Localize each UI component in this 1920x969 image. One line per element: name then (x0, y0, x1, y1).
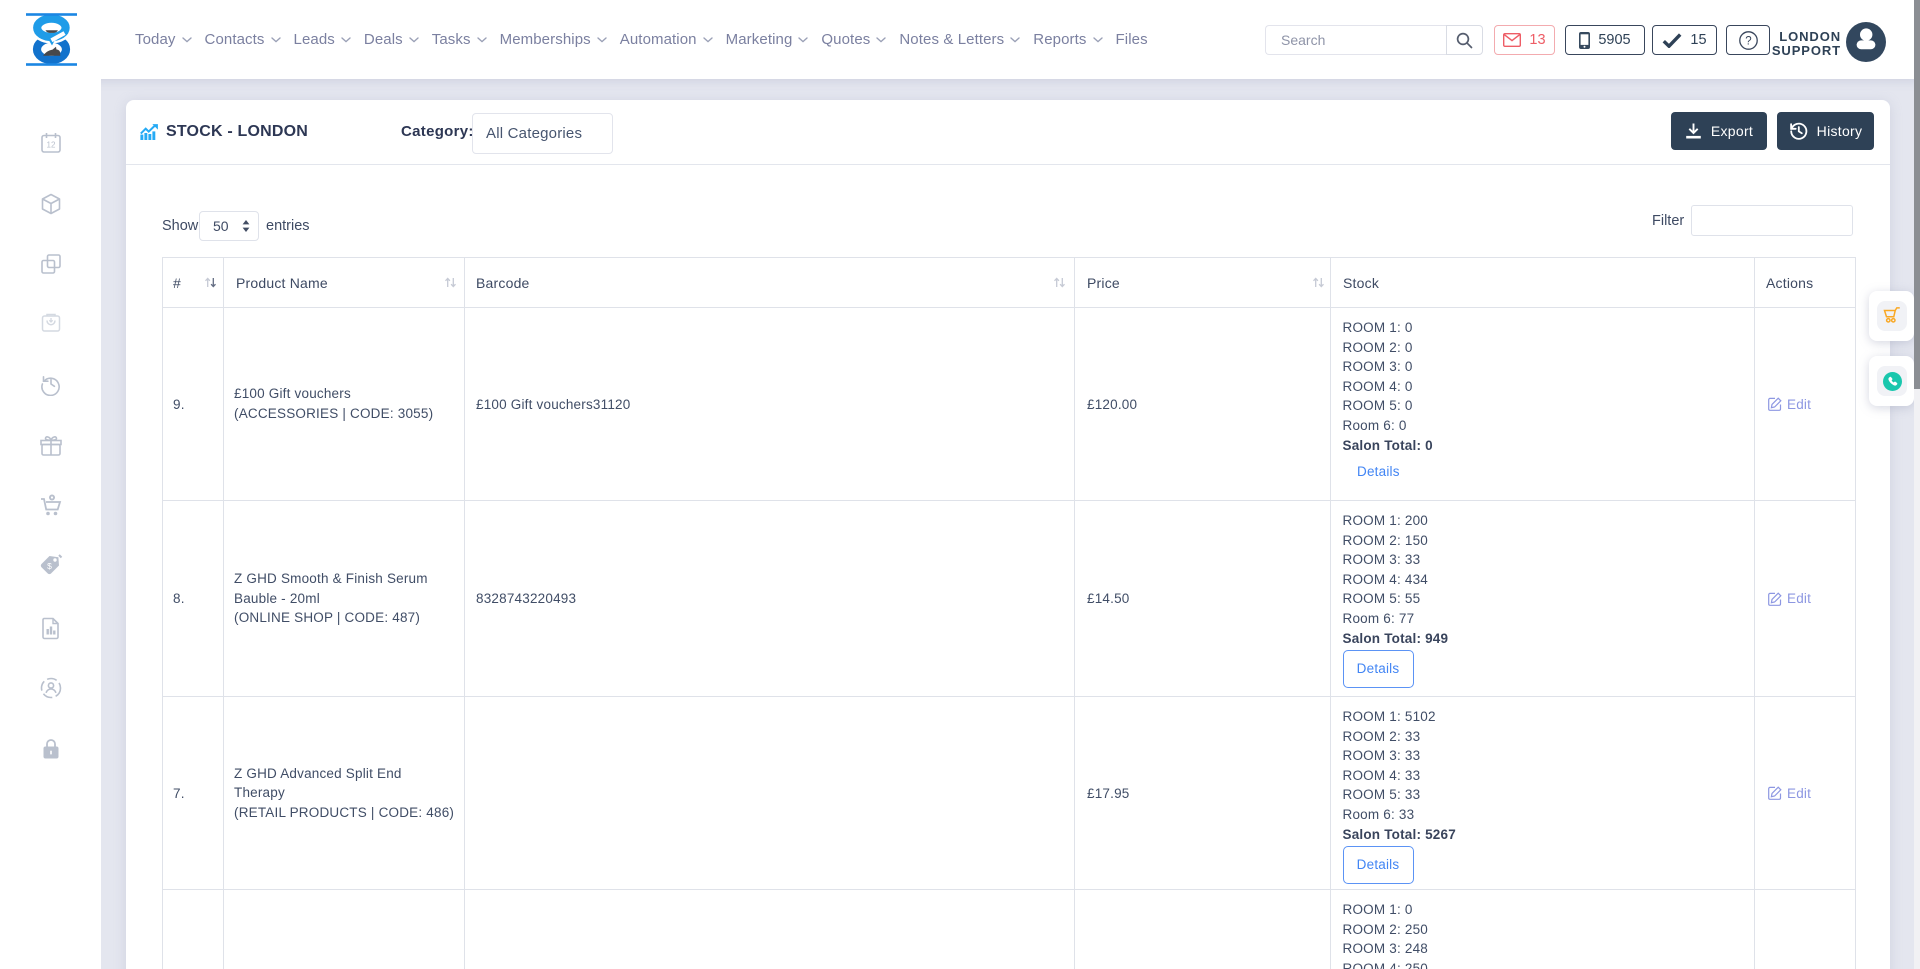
svg-text:12: 12 (46, 141, 55, 150)
svg-text:$: $ (47, 561, 52, 571)
